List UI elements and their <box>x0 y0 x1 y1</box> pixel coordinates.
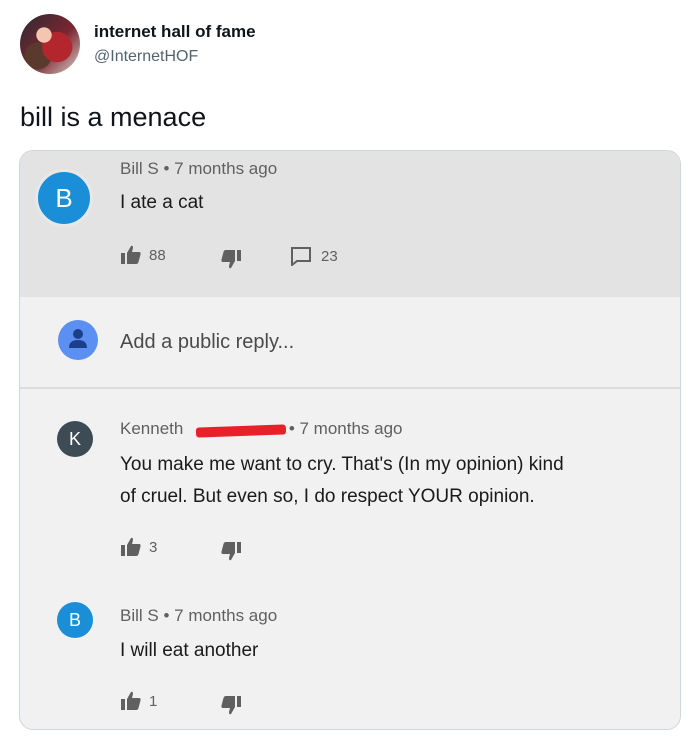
comment-author[interactable]: Bill S <box>120 606 159 625</box>
thumbs-down-icon <box>220 695 242 715</box>
thumbs-up-icon <box>120 691 142 711</box>
like-count: 1 <box>149 692 158 710</box>
avatar[interactable]: K <box>57 421 93 457</box>
profile-avatar[interactable] <box>20 14 80 74</box>
thumbs-up-icon <box>120 537 142 557</box>
reply-input[interactable]: Add a public reply... <box>120 331 294 354</box>
comment-meta: Bill S • 7 months ago <box>120 159 277 179</box>
dislike-button[interactable] <box>220 695 242 715</box>
reply-count: 23 <box>321 247 338 265</box>
comment-time[interactable]: • 7 months ago <box>163 159 277 178</box>
comment-meta: Bill S • 7 months ago <box>120 606 277 626</box>
comment-text-line: You make me want to cry. That's (In my o… <box>120 454 564 475</box>
thumbs-down-icon <box>220 541 242 561</box>
like-button[interactable]: 88 <box>120 245 166 265</box>
tweet-text: bill is a menace <box>20 102 207 132</box>
comment-screenshot-card: B Bill S • 7 months ago I ate a cat 88 2… <box>19 150 681 730</box>
avatar-letter: K <box>68 428 81 449</box>
reply-box[interactable] <box>20 297 680 387</box>
dislike-button[interactable] <box>220 249 242 269</box>
user-icon <box>65 325 91 356</box>
avatar <box>58 320 98 360</box>
like-button[interactable]: 3 <box>120 537 157 557</box>
reply-comment-icon <box>290 246 312 266</box>
thumbs-up-icon <box>120 245 142 265</box>
divider <box>20 387 680 389</box>
tweet-author: internet hall of fame @InternetHOF <box>94 22 256 66</box>
comment-text: I will eat another <box>120 640 259 661</box>
comment-time[interactable]: • 7 months ago <box>163 606 277 625</box>
dislike-button[interactable] <box>220 541 242 561</box>
reply-count-button[interactable]: 23 <box>290 246 338 266</box>
comment-author[interactable]: Kenneth <box>120 419 183 438</box>
top-comment <box>20 151 680 297</box>
avatar[interactable]: B <box>35 169 93 227</box>
like-button[interactable]: 1 <box>120 691 157 711</box>
tweet-header: internet hall of fame @InternetHOF <box>20 14 256 74</box>
avatar[interactable]: B <box>57 602 93 638</box>
comment-time[interactable]: • 7 months ago <box>289 419 403 438</box>
comment-text: I ate a cat <box>120 192 204 213</box>
avatar-letter: B <box>68 609 81 630</box>
like-count: 3 <box>149 538 158 556</box>
display-name[interactable]: internet hall of fame <box>94 22 256 42</box>
comment-text: You make me want to cry. That's (In my o… <box>120 449 564 513</box>
user-handle[interactable]: @InternetHOF <box>94 48 256 66</box>
like-count: 88 <box>149 246 166 264</box>
thumbs-down-icon <box>220 249 242 269</box>
avatar-letter: B <box>55 182 73 213</box>
comment-text-line: of cruel. But even so, I do respect YOUR… <box>120 486 535 507</box>
comment-author[interactable]: Bill S <box>120 159 159 178</box>
